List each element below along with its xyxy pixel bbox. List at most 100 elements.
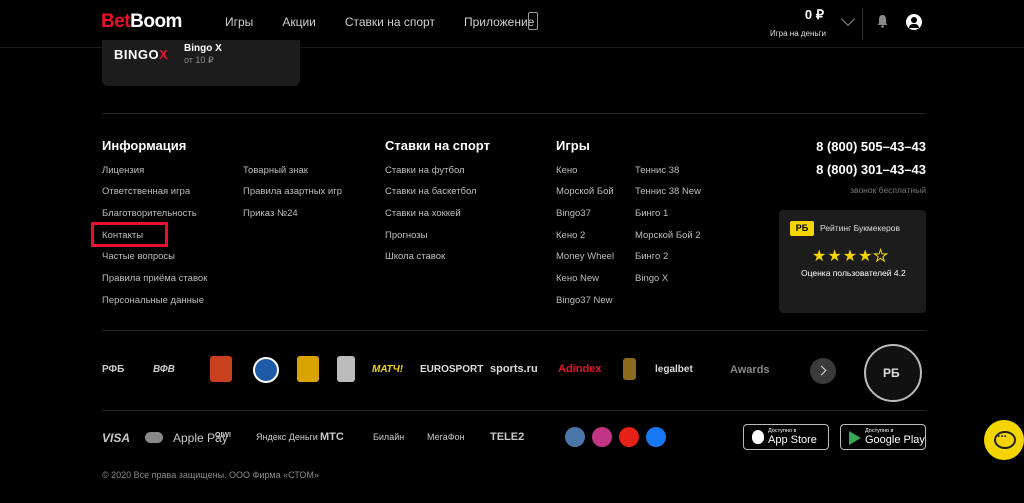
- link-money-wheel[interactable]: Money Wheel: [556, 251, 614, 262]
- logo-part-bet: Bet: [101, 11, 131, 32]
- beeline-logo: Билайн: [373, 432, 405, 442]
- facebook-icon[interactable]: [646, 427, 666, 447]
- link-bingo-x[interactable]: Bingo X: [635, 273, 668, 284]
- ufa-emblem-logo[interactable]: [623, 358, 636, 380]
- chevron-down-icon[interactable]: [840, 11, 856, 27]
- instagram-icon[interactable]: [592, 427, 612, 447]
- visa-logo: VISA: [102, 431, 131, 445]
- nav-app[interactable]: Приложение: [464, 15, 534, 29]
- games-title: Игры: [556, 138, 590, 153]
- qiwi-logo: QIWI: [215, 432, 231, 439]
- partner-eurosport-logo[interactable]: EUROSPORT: [420, 364, 483, 375]
- partner-legalbet-logo[interactable]: legalbet: [655, 364, 693, 375]
- partner-adindex-logo[interactable]: Adindex: [558, 363, 601, 375]
- user-account-icon[interactable]: [906, 14, 922, 30]
- star-icon: ★: [858, 248, 874, 265]
- link-order-24[interactable]: Приказ №24: [243, 208, 298, 219]
- youtube-icon[interactable]: [619, 427, 639, 447]
- balance-label: Игра на деньги: [770, 29, 826, 38]
- link-tennis-38-new[interactable]: Теннис 38 New: [635, 186, 701, 197]
- rating-stars: ★★★★★: [812, 246, 889, 266]
- nav-sports-betting[interactable]: Ставки на спорт: [345, 15, 435, 29]
- rating-title: Рейтинг Букмекеров: [820, 223, 901, 233]
- link-keno-new[interactable]: Кено New: [556, 273, 599, 284]
- nav-games[interactable]: Игры: [225, 15, 253, 29]
- partner-sports-ru-logo[interactable]: sports.ru: [490, 363, 538, 375]
- link-responsible-gaming[interactable]: Ответственная игра: [102, 186, 190, 197]
- phone-number-2[interactable]: 8 (800) 301–43–43: [816, 162, 926, 177]
- betboom-logo[interactable]: BetBoom: [101, 11, 182, 33]
- bingo-logo: BINGOX: [114, 47, 169, 62]
- chat-icon[interactable]: [984, 420, 1024, 460]
- mastercard-logo: [145, 432, 163, 443]
- link-gambling-rules[interactable]: Правила азартных игр: [243, 186, 342, 197]
- apple-icon: [752, 430, 764, 444]
- rb-badge: РБ: [790, 221, 814, 236]
- partners-next-button[interactable]: [810, 358, 836, 384]
- link-betting-school[interactable]: Школа ставок: [385, 251, 445, 262]
- link-charity[interactable]: Благотворительность: [102, 208, 197, 219]
- nav-promotions[interactable]: Акции: [282, 15, 316, 29]
- google-play-button[interactable]: Доступно в Google Play: [840, 424, 926, 450]
- star-icon: ★: [842, 248, 859, 265]
- link-license[interactable]: Лицензия: [102, 165, 144, 176]
- yandex-money-logo: Яндекс Деньги: [256, 432, 318, 442]
- balance-amount: 0 ₽: [804, 7, 824, 22]
- divider: [102, 410, 926, 411]
- fc-ural-logo[interactable]: [210, 356, 232, 382]
- link-bingo37-new[interactable]: Bingo37 New: [556, 295, 613, 306]
- contacts-highlight-box: [91, 222, 168, 247]
- link-trademark[interactable]: Товарный знак: [243, 165, 308, 176]
- info-title: Информация: [102, 138, 187, 153]
- user-rating-score: Оценка пользователей 4.2: [801, 268, 906, 278]
- star-icon: ★: [827, 248, 843, 265]
- link-keno[interactable]: Кено: [556, 165, 577, 176]
- link-predictions[interactable]: Прогнозы: [385, 230, 427, 241]
- google-play-name: Google Play: [865, 434, 925, 446]
- app-store-button[interactable]: Доступно в App Store: [743, 424, 829, 450]
- partner-awards-logo[interactable]: Awards: [730, 364, 770, 376]
- link-betting-rules[interactable]: Правила приёма ставок: [102, 273, 207, 284]
- link-tennis-38[interactable]: Теннис 38: [635, 165, 679, 176]
- balance-widget[interactable]: 0 ₽ Игра на деньги: [770, 7, 834, 38]
- tele2-logo: TELE2: [490, 431, 525, 443]
- link-basketball-bets[interactable]: Ставки на баскетбол: [385, 186, 477, 197]
- app-store-name: App Store: [768, 434, 817, 446]
- sports-title: Ставки на спорт: [385, 138, 490, 153]
- link-bingo-2[interactable]: Бинго 2: [635, 251, 668, 262]
- bingo-card-title: Bingo X: [184, 43, 222, 54]
- phone-number-1[interactable]: 8 (800) 505–43–43: [816, 139, 926, 154]
- fc-arsenal-logo[interactable]: [297, 356, 319, 382]
- bingo-x-card[interactable]: BINGOX Bingo X от 10 ₽: [102, 40, 300, 86]
- link-battleship[interactable]: Морской Бой: [556, 186, 614, 197]
- mts-logo: МТС: [320, 431, 344, 443]
- bingo-card-subtitle: от 10 ₽: [184, 55, 214, 65]
- partner-match-tv-logo[interactable]: МАТЧ!: [372, 364, 403, 375]
- fc-ufa-logo[interactable]: [337, 356, 355, 382]
- rb-recommends-badge: [864, 344, 922, 402]
- divider: [102, 113, 926, 114]
- bell-icon[interactable]: [877, 15, 888, 28]
- partner-vfv-logo[interactable]: ВФВ: [153, 364, 175, 375]
- star-icon: ★: [812, 248, 828, 265]
- partner-rfb-logo[interactable]: РФБ: [102, 364, 124, 375]
- link-keno-2[interactable]: Кено 2: [556, 230, 585, 241]
- main-nav: Игры Акции Ставки на спорт Приложение: [225, 15, 563, 29]
- header-divider: [862, 8, 863, 40]
- link-bingo37[interactable]: Bingo37: [556, 208, 591, 219]
- link-bingo-1[interactable]: Бинго 1: [635, 208, 668, 219]
- megafon-logo: МегаФон: [427, 432, 465, 442]
- link-personal-data[interactable]: Персональные данные: [102, 295, 204, 306]
- mobile-phone-icon[interactable]: [528, 12, 538, 30]
- free-call-note: звонок бесплатный: [850, 185, 926, 195]
- vk-icon[interactable]: [565, 427, 585, 447]
- link-battleship-2[interactable]: Морской Бой 2: [635, 230, 701, 241]
- copyright-text: © 2020 Все права защищены. ООО Фирма «СТ…: [102, 470, 319, 480]
- divider: [102, 330, 926, 331]
- star-outline-icon: ★: [873, 248, 889, 266]
- link-hockey-bets[interactable]: Ставки на хоккей: [385, 208, 461, 219]
- link-football-bets[interactable]: Ставки на футбол: [385, 165, 465, 176]
- fc-orenburg-logo[interactable]: [253, 357, 279, 383]
- bookmaker-rating-widget[interactable]: РБ Рейтинг Букмекеров ★★★★★ Оценка польз…: [779, 210, 926, 313]
- link-faq[interactable]: Частые вопросы: [102, 251, 175, 262]
